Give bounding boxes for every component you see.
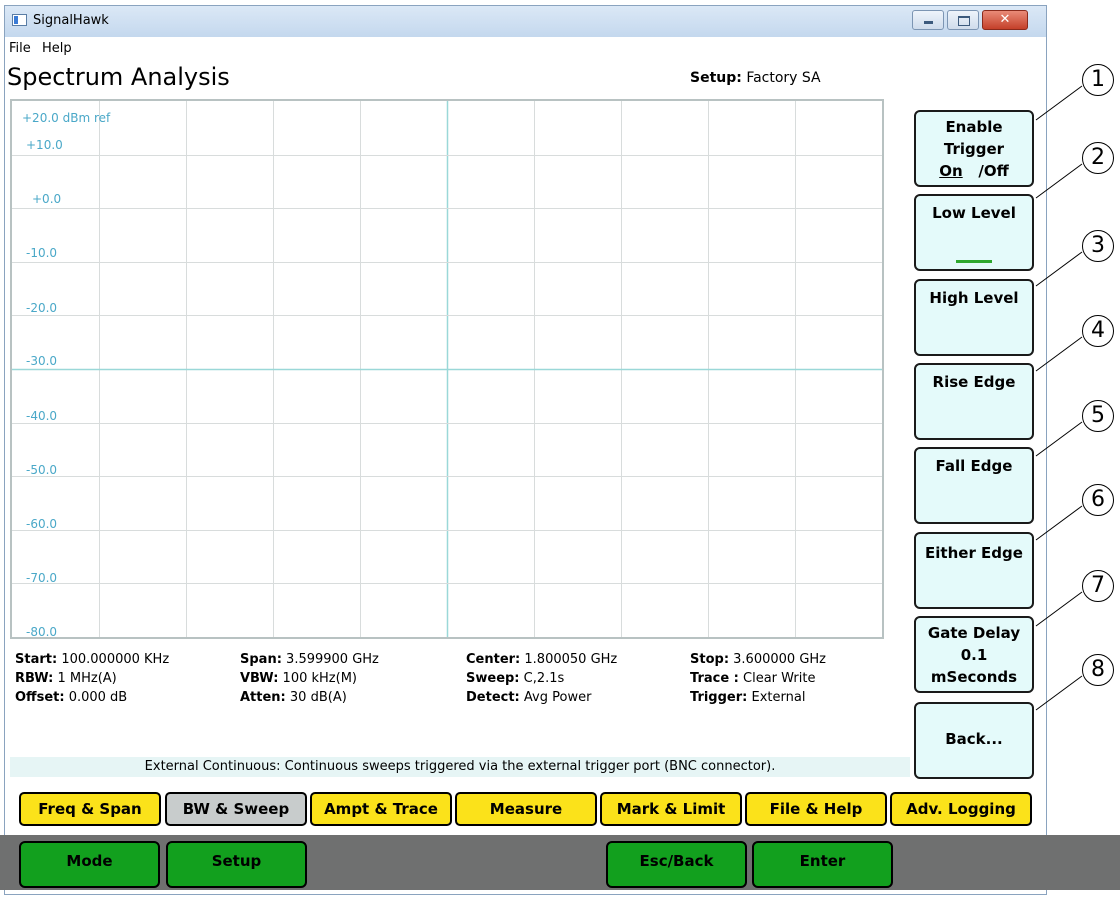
callout-leader-lines xyxy=(1035,85,1083,711)
callout-6: 6 xyxy=(1082,484,1114,516)
callout-8: 8 xyxy=(1082,654,1114,686)
callout-5: 5 xyxy=(1082,400,1114,432)
callout-3: 3 xyxy=(1082,230,1114,262)
callout-4: 4 xyxy=(1082,315,1114,347)
callout-2: 2 xyxy=(1082,142,1114,174)
callout-1: 1 xyxy=(1082,64,1114,96)
callout-7: 7 xyxy=(1082,570,1114,602)
